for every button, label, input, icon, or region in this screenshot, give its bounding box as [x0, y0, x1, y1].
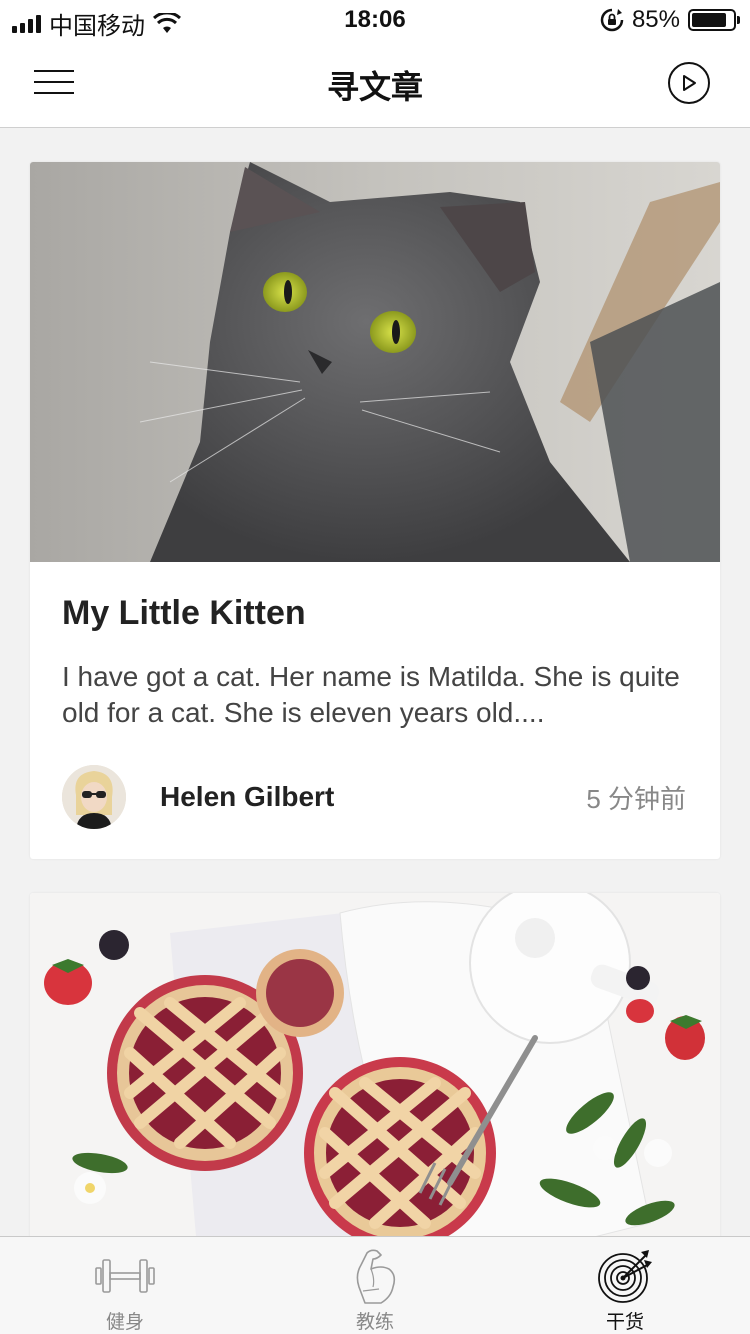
- berry-pie-photo: [30, 893, 720, 1293]
- rotation-lock-icon: [600, 8, 624, 32]
- target-icon: [595, 1247, 655, 1305]
- battery-percent: 85%: [631, 6, 680, 33]
- tab-label-fitness: 健身: [105, 1312, 144, 1333]
- tab-tips[interactable]: 干货: [500, 1237, 750, 1334]
- post-time: 5 分钟前: [586, 783, 686, 814]
- status-right: 85%: [600, 6, 740, 34]
- article-excerpt: I have got a cat. Her name is Matilda. S…: [62, 661, 680, 728]
- article-card[interactable]: [30, 893, 720, 1293]
- tab-label-coach: 教练: [355, 1312, 394, 1333]
- cat-photo: [30, 162, 720, 562]
- nav-bar: 寻文章: [0, 40, 750, 128]
- author-name[interactable]: Helen Gilbert: [160, 781, 334, 813]
- article-body: My Little Kitten I have got a cat. Her n…: [30, 562, 720, 859]
- battery-icon: [688, 9, 740, 31]
- article-feed: My Little Kitten I have got a cat. Her n…: [30, 162, 720, 1327]
- status-bar: 中国移动 18:06 85%: [0, 0, 750, 40]
- tab-bar: 健身 教练 干货: [0, 1236, 750, 1334]
- dumbbell-icon: [95, 1247, 155, 1305]
- article-title[interactable]: My Little Kitten: [62, 594, 688, 633]
- article-meta: Helen Gilbert 5 分钟前: [62, 765, 688, 829]
- tab-fitness[interactable]: 健身: [0, 1237, 250, 1334]
- avatar[interactable]: [62, 765, 126, 829]
- battery-fill: [692, 13, 726, 27]
- play-icon[interactable]: [668, 62, 710, 104]
- tab-coach[interactable]: 教练: [250, 1237, 500, 1334]
- tab-label-tips: 干货: [605, 1312, 644, 1333]
- page-title: 寻文章: [326, 69, 423, 105]
- muscle-arm-icon: [345, 1247, 405, 1305]
- article-card[interactable]: My Little Kitten I have got a cat. Her n…: [30, 162, 720, 859]
